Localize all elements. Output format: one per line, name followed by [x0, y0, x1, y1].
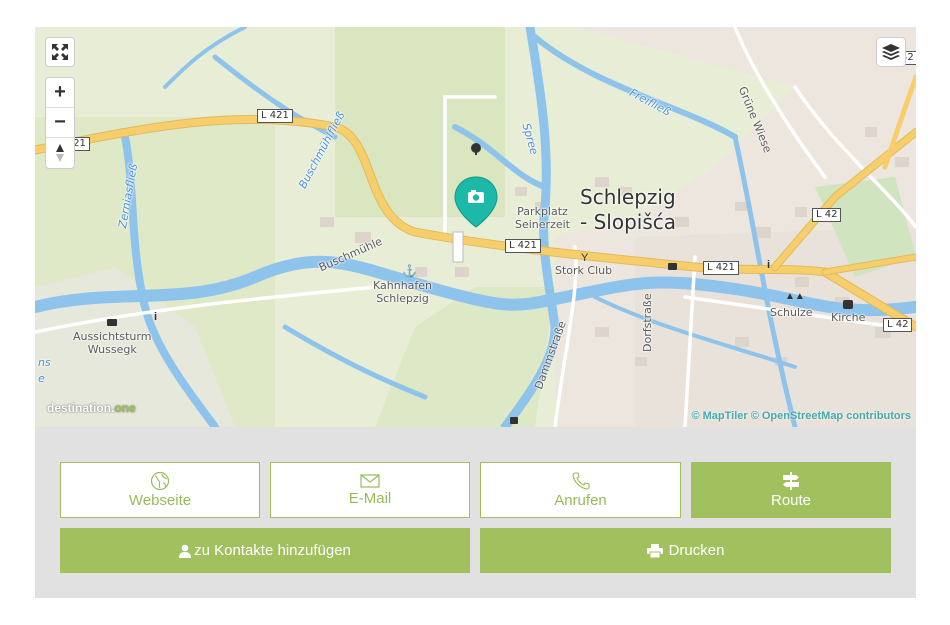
- bar-icon[interactable]: Y: [581, 252, 588, 264]
- picnic-icon[interactable]: ▲▲: [785, 291, 805, 302]
- compass-button[interactable]: [46, 138, 74, 168]
- zoom-out-button[interactable]: −: [46, 108, 74, 138]
- info-icon[interactable]: i: [154, 311, 157, 323]
- place-label-stork-club: Stork Club: [555, 264, 613, 277]
- globe-icon: [150, 471, 170, 491]
- map-base-layer: [35, 27, 916, 427]
- poi-map-widget: L 421 L 421 L 421 L 421 L 42 L 42 42 Sch…: [35, 27, 916, 598]
- map-provider-logo: destination.one: [47, 401, 136, 415]
- place-label-aussichtsturm: Aussichtsturm Wussegk: [73, 330, 152, 356]
- zoom-controls: + −: [45, 77, 75, 169]
- fullscreen-icon: [52, 44, 68, 60]
- place-label-parkplatz: Parkplatz Seinerzeit: [515, 205, 570, 231]
- call-button-label: Anrufen: [554, 492, 607, 509]
- add-contact-button-label: zu Kontakte hinzufügen: [194, 542, 351, 559]
- printer-icon: [646, 543, 663, 558]
- road-shield: L 421: [505, 239, 541, 253]
- street-label-dorfstrasse: Dorfstraße: [641, 293, 654, 352]
- user-icon: [179, 544, 192, 558]
- fullscreen-button[interactable]: [45, 37, 75, 67]
- road-shield: L 421: [257, 109, 293, 123]
- phone-icon: [571, 472, 590, 490]
- email-button-label: E-Mail: [348, 490, 392, 507]
- road-shield: L 421: [703, 261, 739, 275]
- email-button[interactable]: E-Mail: [270, 462, 470, 518]
- print-button[interactable]: Drucken: [480, 528, 891, 573]
- layers-button[interactable]: [876, 37, 906, 67]
- call-button[interactable]: Anrufen: [480, 462, 681, 518]
- place-label-kahnhafen: Kahnhafen Schlepzig: [373, 279, 433, 305]
- town-label: Schlepzig - Slopišća: [580, 185, 676, 234]
- map-attribution[interactable]: © MapTiler © OpenStreetMap contributors: [691, 410, 911, 422]
- place-label-schulze: Schulze: [770, 306, 813, 319]
- print-button-label: Drucken: [668, 542, 725, 559]
- place-label-kirche: Kirche: [831, 311, 866, 324]
- road-shield: L 42: [883, 318, 913, 332]
- water-label-fragment: ns: [38, 356, 51, 369]
- road-shield: L 42: [812, 208, 842, 222]
- add-contact-button[interactable]: zu Kontakte hinzufügen: [60, 528, 470, 573]
- zoom-in-button[interactable]: +: [46, 78, 74, 108]
- layers-icon: [882, 44, 900, 60]
- route-button-label: Route: [770, 492, 812, 509]
- website-button[interactable]: Webseite: [60, 462, 260, 518]
- envelope-icon: [360, 474, 380, 488]
- website-button-label: Webseite: [128, 492, 192, 509]
- compass-icon: [56, 144, 64, 162]
- map-view[interactable]: L 421 L 421 L 421 L 421 L 42 L 42 42 Sch…: [35, 27, 916, 427]
- harbor-icon[interactable]: ⚓: [402, 264, 417, 278]
- signpost-icon: [783, 472, 799, 490]
- water-label-fragment: e: [38, 372, 45, 385]
- info-icon[interactable]: i: [767, 259, 770, 271]
- route-button[interactable]: Route: [691, 462, 891, 518]
